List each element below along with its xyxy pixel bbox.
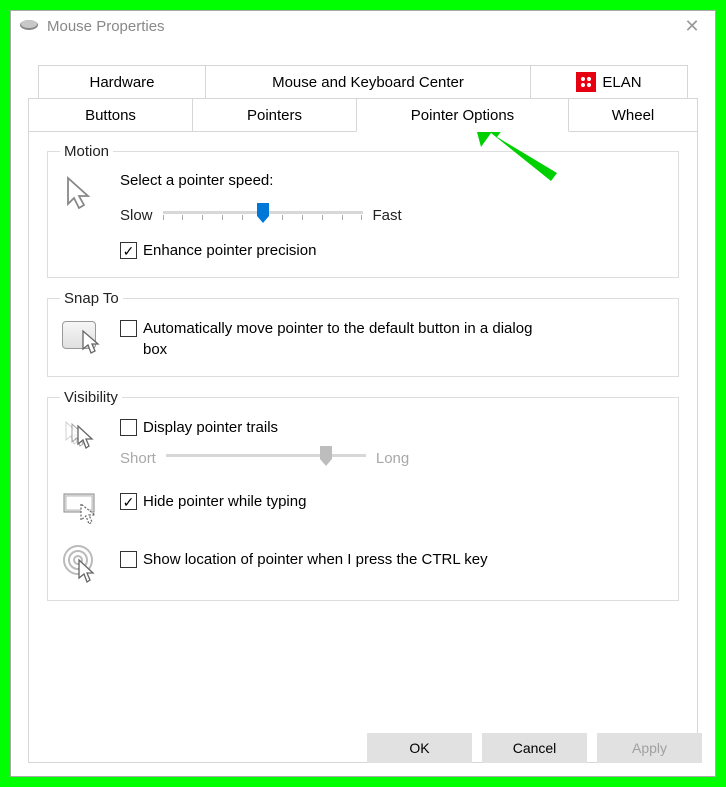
dialog-buttons: OK Cancel Apply — [367, 733, 702, 763]
fast-label: Fast — [373, 207, 402, 224]
checkbox-icon — [120, 551, 137, 568]
window-title: Mouse Properties — [47, 18, 165, 35]
close-icon[interactable]: ✕ — [677, 11, 707, 41]
checkbox-icon — [120, 419, 137, 436]
tab-pointer-options[interactable]: Pointer Options — [356, 98, 569, 132]
pointer-speed-label: Select a pointer speed: — [120, 172, 666, 189]
ok-button[interactable]: OK — [367, 733, 472, 763]
slider-thumb[interactable] — [256, 202, 270, 224]
ctrl-locate-icon — [60, 542, 120, 584]
tab-mouse-keyboard-center[interactable]: Mouse and Keyboard Center — [205, 65, 531, 99]
pointer-trails-checkbox[interactable]: Display pointer trails — [120, 418, 666, 438]
cancel-button[interactable]: Cancel — [482, 733, 587, 763]
tab-pointers[interactable]: Pointers — [192, 98, 357, 132]
long-label: Long — [376, 450, 409, 467]
snapto-group: Snap To Automatically move pointer to th… — [47, 290, 679, 377]
checkbox-icon — [120, 242, 137, 259]
short-label: Short — [120, 450, 156, 467]
motion-legend: Motion — [60, 143, 113, 160]
tab-wheel[interactable]: Wheel — [568, 98, 698, 132]
hide-typing-checkbox[interactable]: Hide pointer while typing — [120, 492, 666, 512]
visibility-legend: Visibility — [60, 389, 122, 406]
tab-hardware[interactable]: Hardware — [38, 65, 206, 99]
apply-button[interactable]: Apply — [597, 733, 702, 763]
checkbox-icon — [120, 493, 137, 510]
checkbox-icon — [120, 320, 137, 337]
motion-group: Motion Select a pointer speed: Slow — [47, 143, 679, 278]
tab-body: Motion Select a pointer speed: Slow — [28, 131, 698, 763]
trails-slider — [166, 446, 366, 470]
titlebar[interactable]: Mouse Properties ✕ — [11, 11, 715, 41]
enhance-precision-checkbox[interactable]: Enhance pointer precision — [120, 241, 666, 261]
motion-cursor-icon — [60, 172, 120, 214]
trails-icon — [60, 418, 120, 454]
hide-typing-icon — [60, 488, 120, 524]
snapto-icon — [60, 319, 120, 357]
slider-thumb-disabled — [319, 445, 333, 467]
dialog-content: Hardware Mouse and Keyboard Center ELAN … — [24, 65, 702, 763]
slow-label: Slow — [120, 207, 153, 224]
mouse-properties-window: Mouse Properties ✕ Hardware Mouse and Ke… — [10, 10, 716, 777]
snapto-legend: Snap To — [60, 290, 123, 307]
visibility-group: Visibility Display pointer trails — [47, 389, 679, 601]
mouse-icon — [19, 18, 39, 34]
tab-buttons[interactable]: Buttons — [28, 98, 193, 132]
snapto-checkbox[interactable]: Automatically move pointer to the defaul… — [120, 319, 666, 360]
pointer-speed-slider[interactable] — [163, 203, 363, 227]
elan-icon — [576, 72, 596, 92]
ctrl-locate-checkbox[interactable]: Show location of pointer when I press th… — [120, 550, 666, 570]
tab-elan[interactable]: ELAN — [530, 65, 688, 99]
